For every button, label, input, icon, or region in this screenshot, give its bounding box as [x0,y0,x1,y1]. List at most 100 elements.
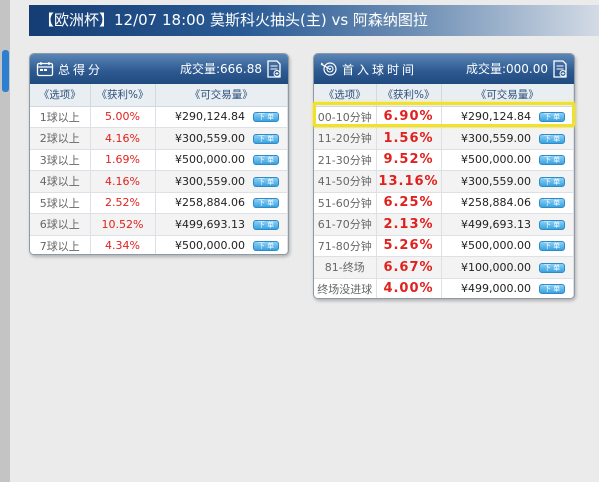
amount-cell: ¥258,884.06 下 单 [441,192,574,214]
amount-value: ¥500,000.00 [461,239,531,253]
option-cell: 6球以上 [30,213,91,236]
table-row-selected: 00-10分钟 6.90% ¥290,124.84 下 单 [314,106,574,128]
total-goals-header: 总得分 成交量:666.88 [30,54,288,84]
option-cell: 2球以上 [30,127,91,150]
amount-cell: ¥290,124.84 下 单 [441,106,574,128]
amount-value: ¥290,124.84 [461,110,531,124]
amount-value: ¥100,000.00 [461,260,531,274]
table-row: 21-30分钟 9.52% ¥500,000.00 下 单 [314,149,574,171]
option-cell: 终场没进球 [314,278,377,298]
amount-value: ¥258,884.06 [461,196,531,210]
option-cell: 4球以上 [30,170,91,193]
total-goals-panel: 总得分 成交量:666.88 《选项》 《获利%》 《可交易量》 1球以上 5.… [29,53,289,255]
amount-value: ¥300,559.00 [175,174,245,188]
rate-cell: 4.16% [90,127,156,150]
place-bet-button[interactable]: 下 单 [253,176,279,187]
rate-cell: 1.56% [376,127,442,150]
rate-cell: 9.52% [376,149,442,171]
table-row: 11-20分钟 1.56% ¥300,559.00 下 单 [314,127,574,150]
option-cell: 11-20分钟 [314,127,377,150]
rate-cell: 13.16% [376,170,442,193]
place-bet-button[interactable]: 下 单 [253,112,279,123]
panel-title: 首入球时间 [342,62,418,77]
option-cell: 81-终场 [314,256,377,279]
place-bet-button[interactable]: 下 单 [539,133,565,144]
amount-cell: ¥300,559.00 下 单 [441,127,574,150]
amount-value: ¥500,000.00 [175,239,245,253]
sidebar-toggle-tab[interactable] [2,50,9,92]
place-bet-button[interactable]: 下 单 [253,198,279,209]
table-row: 4球以上 4.16% ¥300,559.00 下 单 [30,170,288,193]
table-row: 41-50分钟 13.16% ¥300,559.00 下 单 [314,170,574,193]
rate-cell: 2.13% [376,213,442,236]
place-bet-button[interactable]: 下 单 [539,176,565,187]
first-goal-table: 《选项》 《获利%》 《可交易量》 00-10分钟 6.90% ¥290,124… [314,84,574,298]
amount-cell: ¥290,124.84 下 单 [155,106,288,128]
amount-value: ¥300,559.00 [461,131,531,145]
place-bet-button[interactable]: 下 单 [253,219,279,230]
place-bet-button[interactable]: 下 单 [539,155,565,166]
amount-value: ¥499,693.13 [461,217,531,231]
table-row: 2球以上 4.16% ¥300,559.00 下 单 [30,127,288,150]
first-goal-time-panel: 首入球时间 成交量:000.00 《选项》 《获利%》 《可交易量》 00-10… [313,53,575,299]
column-header-option: 《选项》 [314,84,377,107]
amount-value: ¥300,559.00 [175,131,245,145]
place-bet-button[interactable]: 下 单 [539,284,565,295]
amount-value: ¥258,884.06 [175,196,245,210]
table-row: 71-80分钟 5.26% ¥500,000.00 下 单 [314,235,574,257]
column-header-amount: 《可交易量》 [155,84,288,107]
volume-label: 成交量:666.88 [179,62,262,76]
first-goal-header: 首入球时间 成交量:000.00 [314,54,574,84]
rate-cell: 1.69% [90,149,156,171]
table-row: 51-60分钟 6.25% ¥258,884.06 下 单 [314,192,574,214]
rate-cell: 4.34% [90,235,156,254]
option-cell: 00-10分钟 [314,106,377,128]
table-row: 3球以上 1.69% ¥500,000.00 下 单 [30,149,288,171]
column-header-rate: 《获利%》 [376,84,442,107]
option-cell: 41-50分钟 [314,170,377,193]
table-row: 61-70分钟 2.13% ¥499,693.13 下 单 [314,213,574,236]
option-cell: 1球以上 [30,106,91,128]
amount-cell: ¥500,000.00 下 单 [441,235,574,257]
place-bet-button[interactable]: 下 单 [539,241,565,252]
column-header-amount: 《可交易量》 [441,84,574,107]
amount-value: ¥499,693.13 [175,217,245,231]
rate-cell: 6.90% [376,106,442,128]
rate-cell: 5.26% [376,235,442,257]
document-add-icon[interactable] [266,60,282,78]
table-row: 81-终场 6.67% ¥100,000.00 下 单 [314,256,574,279]
option-cell: 21-30分钟 [314,149,377,171]
place-bet-button[interactable]: 下 单 [539,198,565,209]
rate-cell: 5.00% [90,106,156,128]
place-bet-button[interactable]: 下 单 [253,133,279,144]
table-row: 5球以上 2.52% ¥258,884.06 下 单 [30,192,288,214]
document-add-icon[interactable] [552,60,568,78]
amount-cell: ¥499,693.13 下 单 [441,213,574,236]
amount-cell: ¥300,559.00 下 单 [155,170,288,193]
amount-cell: ¥100,000.00 下 单 [441,256,574,279]
amount-cell: ¥258,884.06 下 单 [155,192,288,214]
amount-cell: ¥300,559.00 下 单 [441,170,574,193]
place-bet-button[interactable]: 下 单 [539,219,565,230]
column-header-option: 《选项》 [30,84,91,107]
target-icon [320,62,337,76]
place-bet-button[interactable]: 下 单 [539,112,565,123]
place-bet-button[interactable]: 下 单 [539,262,565,273]
rate-cell: 6.67% [376,256,442,279]
table-row: 1球以上 5.00% ¥290,124.84 下 单 [30,106,288,128]
column-header-rate: 《获利%》 [90,84,156,107]
amount-cell: ¥300,559.00 下 单 [155,127,288,150]
table-row: 终场没进球 4.00% ¥499,000.00 下 单 [314,278,574,298]
option-cell: 51-60分钟 [314,192,377,214]
amount-cell: ¥500,000.00 下 单 [441,149,574,171]
rate-cell: 2.52% [90,192,156,214]
option-cell: 5球以上 [30,192,91,214]
rate-cell: 6.25% [376,192,442,214]
place-bet-button[interactable]: 下 单 [253,241,279,252]
place-bet-button[interactable]: 下 单 [253,155,279,166]
rate-cell: 4.16% [90,170,156,193]
table-row: 7球以上 4.34% ¥500,000.00 下 单 [30,235,288,254]
amount-cell: ¥499,693.13 下 单 [155,213,288,236]
match-title: 【欧洲杯】12/07 18:00 莫斯科火抽头(主) vs 阿森纳图拉 [29,5,599,36]
amount-value: ¥500,000.00 [461,153,531,167]
